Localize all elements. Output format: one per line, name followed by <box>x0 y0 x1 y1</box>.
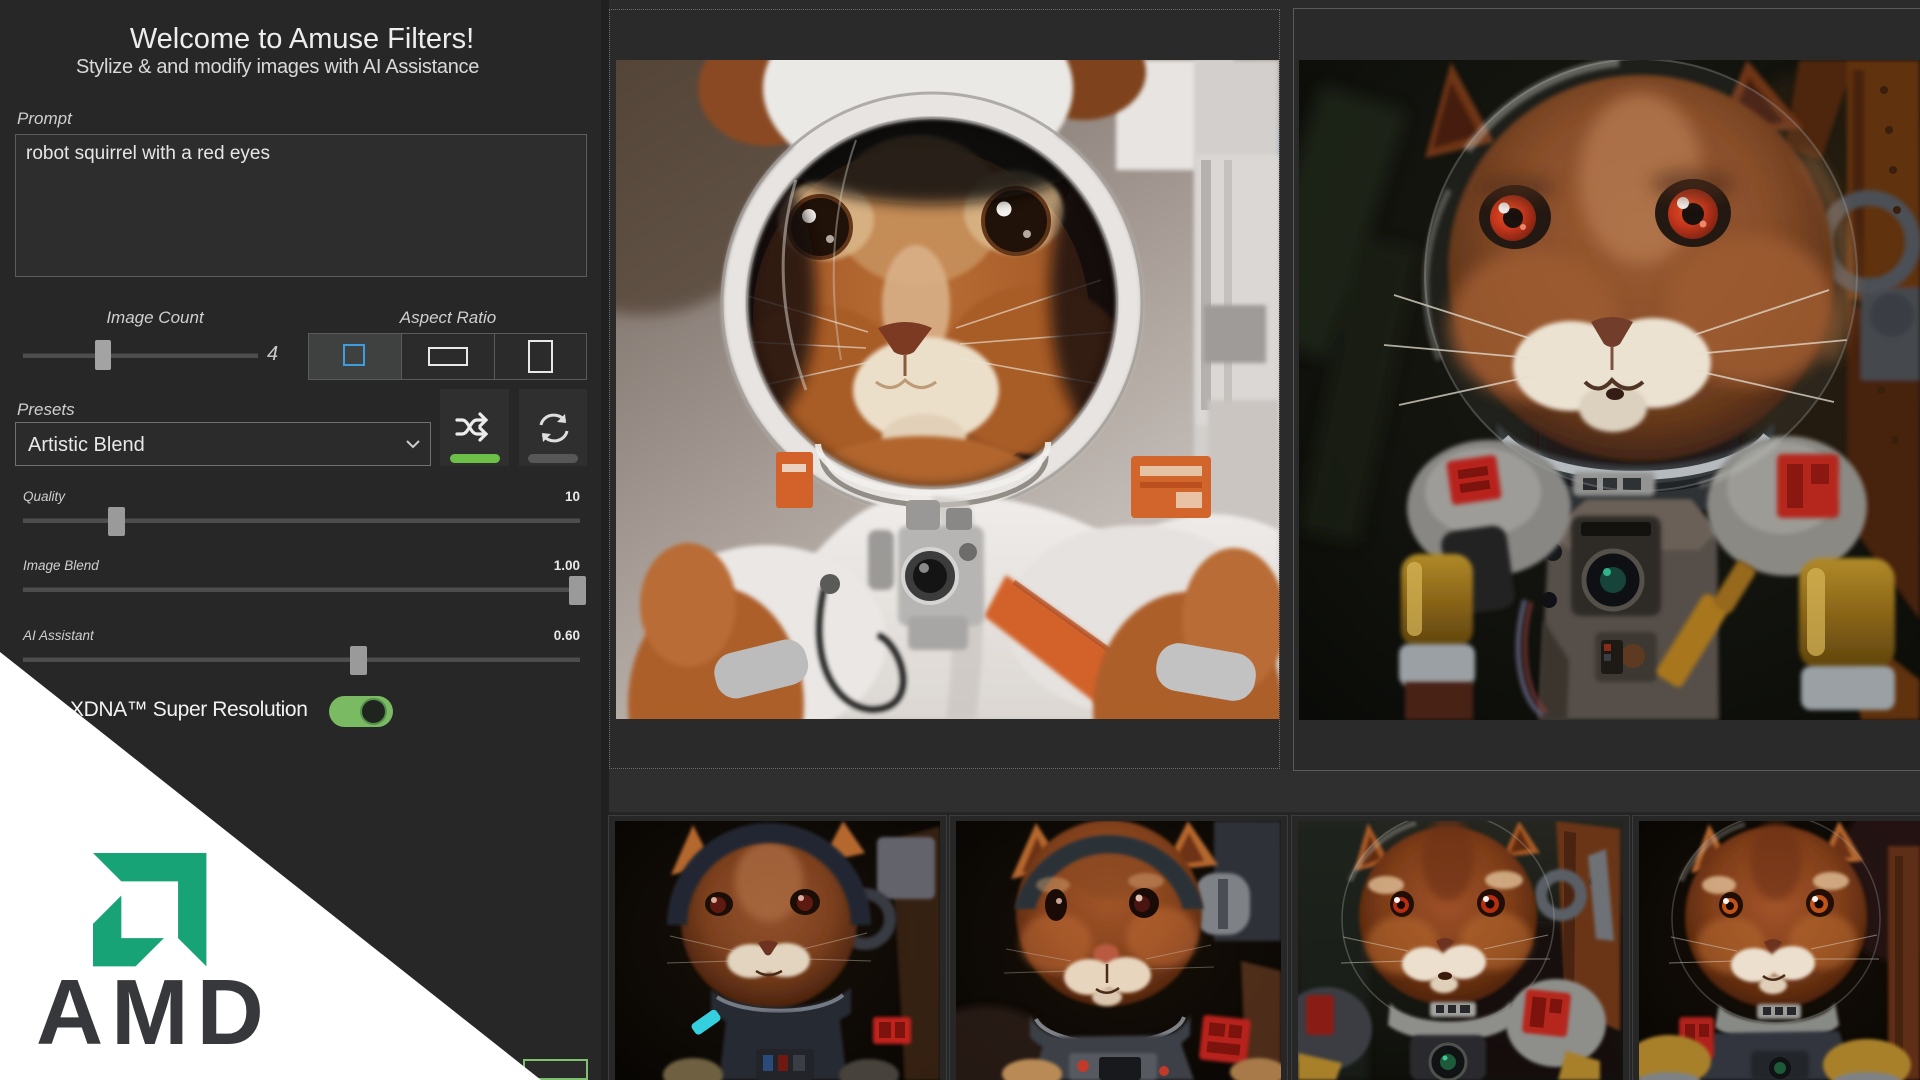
svg-text:AMD: AMD <box>36 960 272 1064</box>
